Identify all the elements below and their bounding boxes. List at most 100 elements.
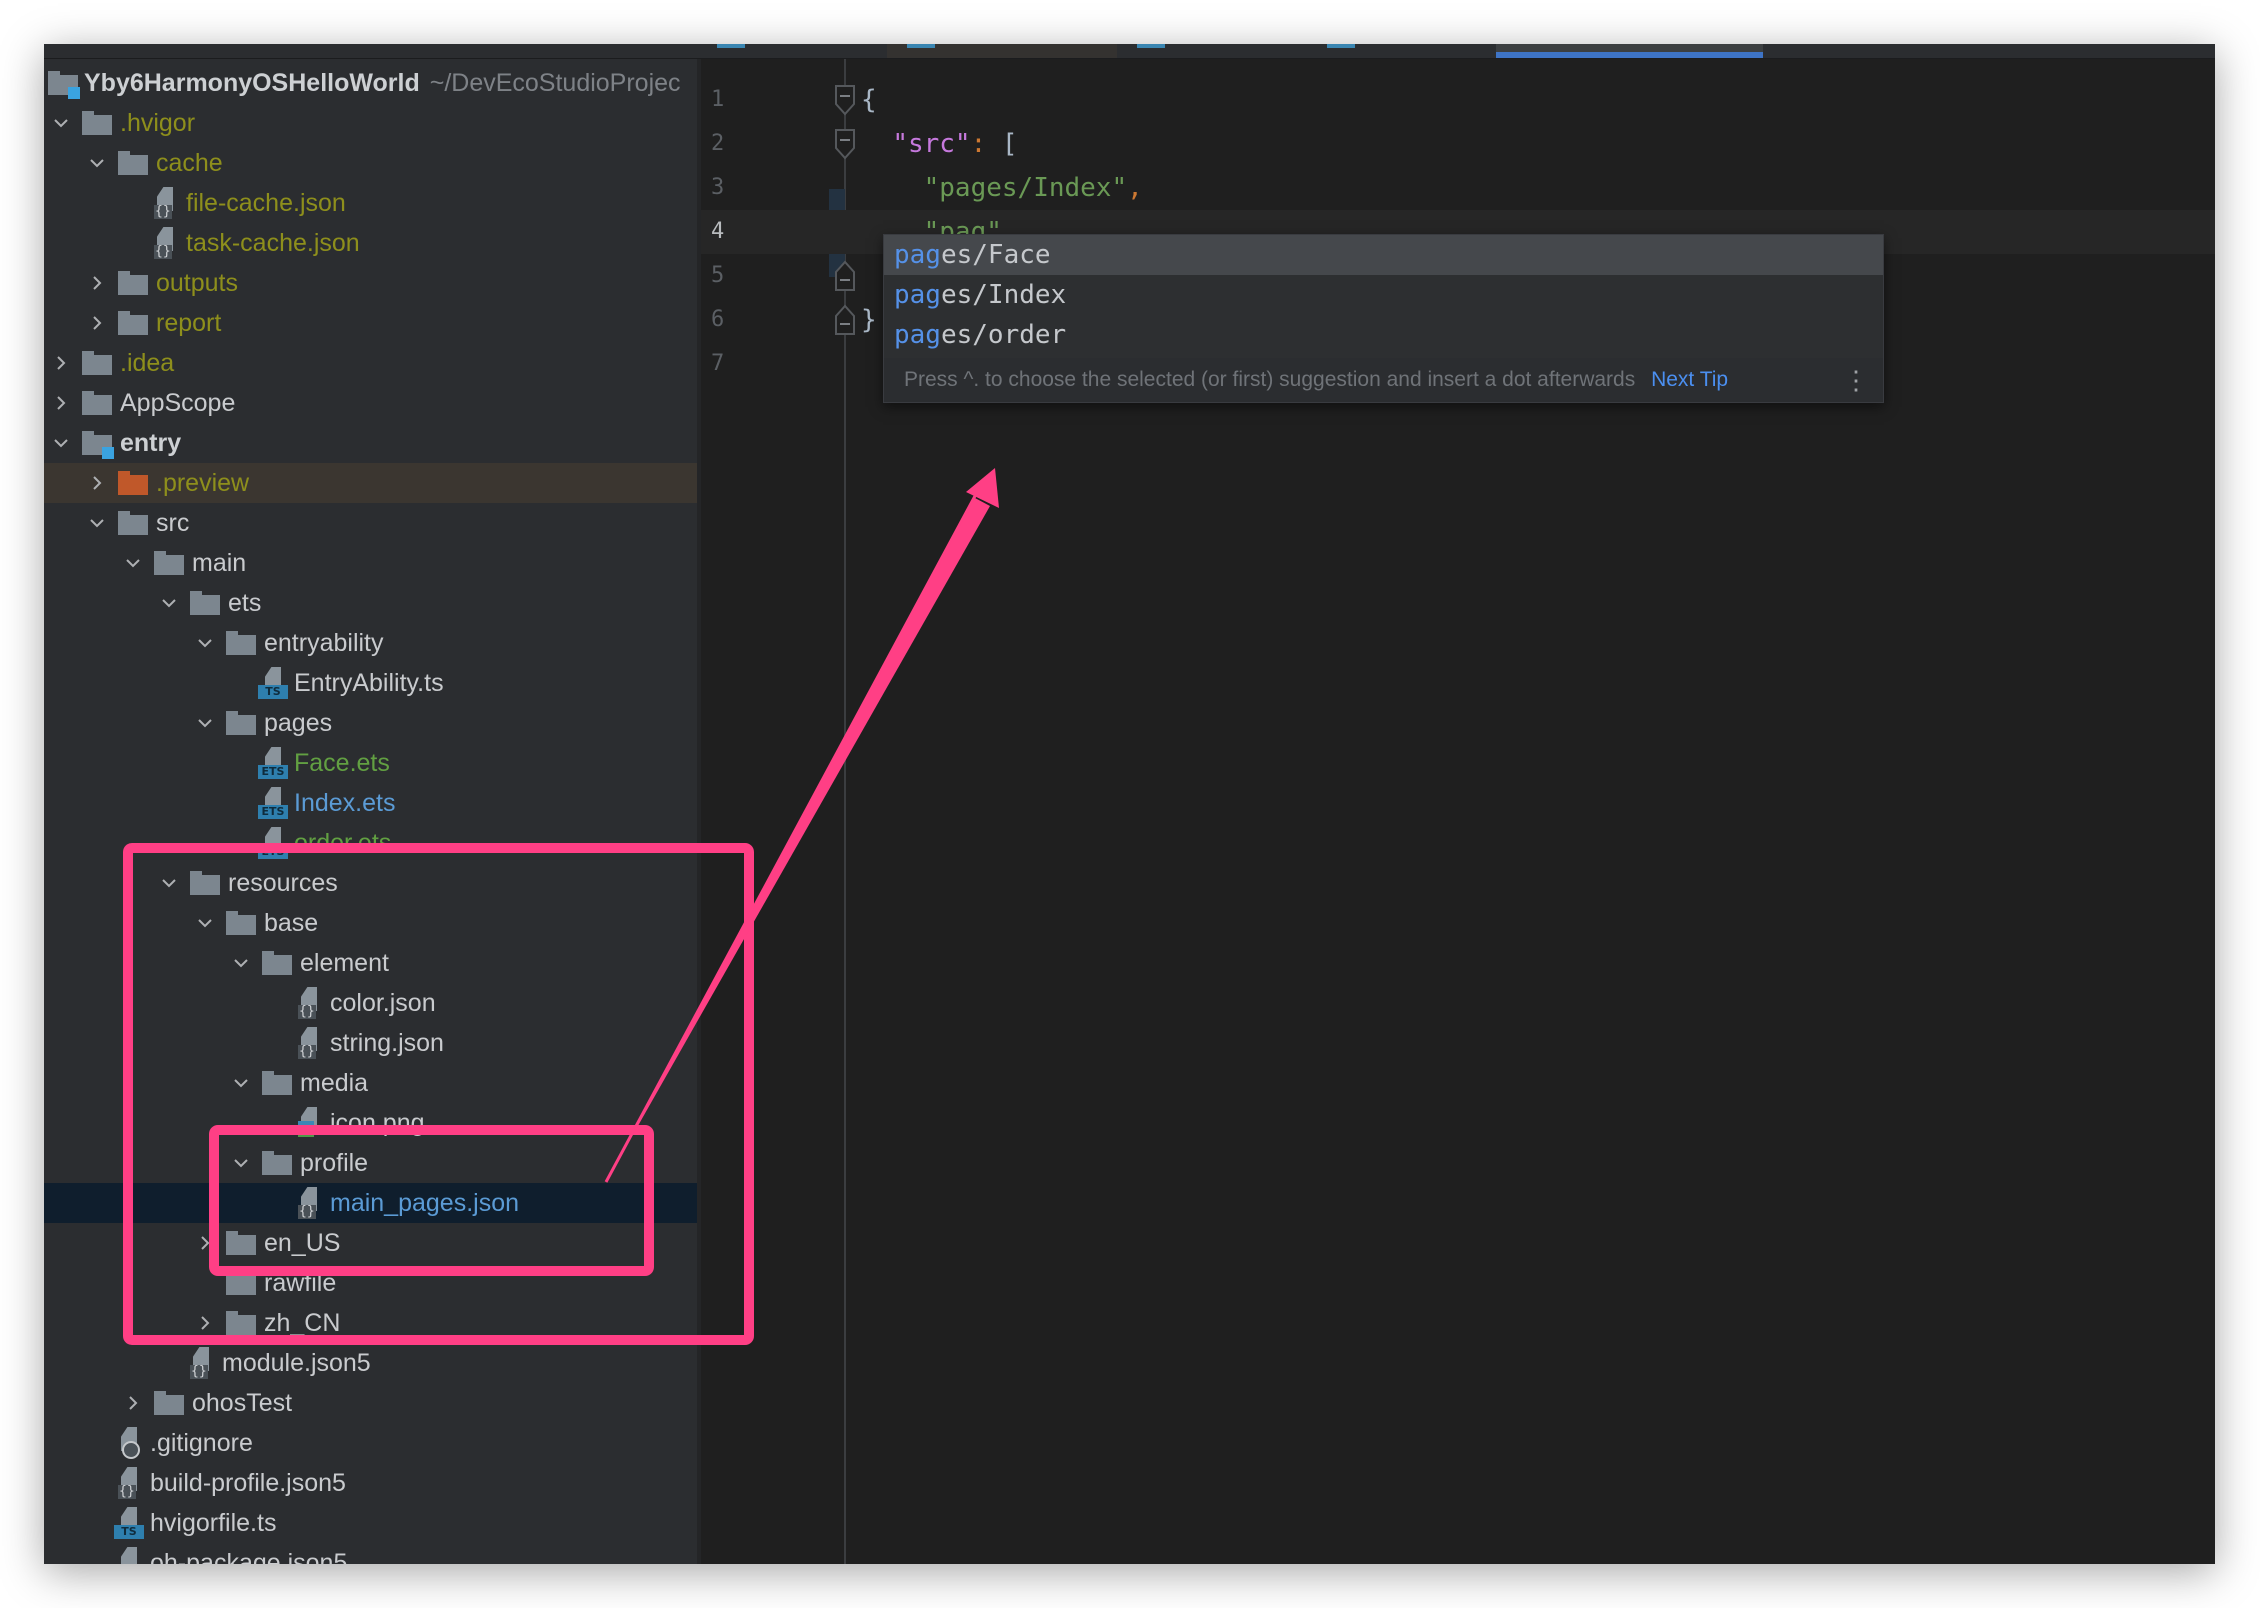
tree-item[interactable]: icon.png xyxy=(44,1103,697,1143)
tree-item[interactable]: {} task-cache.json xyxy=(44,223,697,263)
editor-tab[interactable] xyxy=(697,44,887,58)
tree-item-label: .idea xyxy=(120,349,175,377)
completion-item[interactable]: pages/Face xyxy=(884,235,1883,275)
tree-item[interactable]: profile xyxy=(44,1143,697,1183)
tree-item[interactable]: cache xyxy=(44,143,697,183)
chevron-right-icon[interactable] xyxy=(50,352,72,374)
tree-item[interactable]: ETS Face.ets xyxy=(44,743,697,783)
chevron-down-icon[interactable] xyxy=(122,552,144,574)
chevron-down-icon[interactable] xyxy=(230,1072,252,1094)
tree-item[interactable]: {} build-profile.json5 xyxy=(44,1463,697,1503)
fold-marker-icon[interactable] xyxy=(832,304,858,336)
json-file-icon: {} xyxy=(118,1467,144,1499)
tree-item[interactable]: media xyxy=(44,1063,697,1103)
tree-item[interactable]: entryability xyxy=(44,623,697,663)
tree-item-label: report xyxy=(156,309,222,337)
fold-marker-icon[interactable] xyxy=(832,260,858,292)
chevron-right-icon[interactable] xyxy=(86,472,108,494)
tree-item[interactable]: base xyxy=(44,903,697,943)
editor-tab[interactable] xyxy=(887,44,1117,58)
chevron-right-icon[interactable] xyxy=(86,272,108,294)
tree-item[interactable]: en_US xyxy=(44,1223,697,1263)
tree-item[interactable]: {} oh-package.json5 xyxy=(44,1543,697,1564)
tree-item[interactable]: zh_CN xyxy=(44,1303,697,1343)
chevron-down-icon[interactable] xyxy=(230,952,252,974)
chevron-down-icon[interactable] xyxy=(194,712,216,734)
chevron-right-icon[interactable] xyxy=(194,1232,216,1254)
tree-item[interactable]: .preview xyxy=(44,463,697,503)
tree-item[interactable]: .idea xyxy=(44,343,697,383)
code-line[interactable]: "pages/Index", xyxy=(701,166,2215,210)
code-line[interactable]: { xyxy=(701,78,2215,122)
completion-match: pag xyxy=(894,280,941,310)
completion-item[interactable]: pages/order xyxy=(884,315,1883,355)
tree-item[interactable]: ETS order.ets xyxy=(44,823,697,863)
tree-item[interactable]: resources xyxy=(44,863,697,903)
chevron-down-icon[interactable] xyxy=(86,512,108,534)
fold-marker-icon[interactable] xyxy=(832,84,858,116)
vertical-ellipsis-icon[interactable]: ⋮ xyxy=(1843,358,1869,402)
chevron-down-icon[interactable] xyxy=(230,1152,252,1174)
editor-tab[interactable] xyxy=(1117,44,1307,58)
chevron-down-icon[interactable] xyxy=(50,112,72,134)
typescript-file-icon: TS xyxy=(114,1507,144,1539)
tree-item-label: media xyxy=(300,1069,369,1097)
chevron-down-icon[interactable] xyxy=(86,152,108,174)
tree-item[interactable]: .hvigor xyxy=(44,103,697,143)
tree-item-label: ets xyxy=(228,589,262,617)
file-type-icon xyxy=(1327,44,1355,48)
next-tip-link[interactable]: Next Tip xyxy=(1651,368,1728,391)
code-line[interactable]: "src": [ xyxy=(701,122,2215,166)
tree-item[interactable]: entry xyxy=(44,423,697,463)
tree-item[interactable]: {} color.json xyxy=(44,983,697,1023)
chevron-down-icon[interactable] xyxy=(158,872,180,894)
tree-item[interactable]: AppScope xyxy=(44,383,697,423)
tree-item[interactable]: {} string.json xyxy=(44,1023,697,1063)
tree-item[interactable]: TS EntryAbility.ts xyxy=(44,663,697,703)
tree-item[interactable]: element xyxy=(44,943,697,983)
completion-item[interactable]: pages/Index xyxy=(884,275,1883,315)
folder-icon xyxy=(154,551,184,575)
image-file-icon xyxy=(298,1107,324,1139)
tree-item-label: Face.ets xyxy=(294,749,390,777)
line-number: 6 xyxy=(711,307,725,332)
tree-item[interactable]: {} main_pages.json xyxy=(44,1183,697,1223)
fold-marker-icon[interactable] xyxy=(832,128,858,160)
tree-item[interactable]: {} file-cache.json xyxy=(44,183,697,223)
tree-item[interactable]: src xyxy=(44,503,697,543)
tree-item[interactable]: main xyxy=(44,543,697,583)
chevron-down-icon[interactable] xyxy=(50,432,72,454)
folder-icon xyxy=(190,591,220,615)
tree-item-label: resources xyxy=(228,869,338,897)
chevron-down-icon[interactable] xyxy=(194,912,216,934)
tree-item[interactable]: outputs xyxy=(44,263,697,303)
chevron-right-icon[interactable] xyxy=(122,1392,144,1414)
tree-item[interactable]: {} module.json5 xyxy=(44,1343,697,1383)
project-root-row[interactable]: Yby6HarmonyOSHelloWorld ~/DevEcoStudioPr… xyxy=(44,63,697,103)
tree-item[interactable]: ohosTest xyxy=(44,1383,697,1423)
chevron-right-icon[interactable] xyxy=(86,312,108,334)
module-folder-icon xyxy=(82,431,114,459)
editor-tab-active[interactable] xyxy=(1496,44,1763,58)
tree-item-label: cache xyxy=(156,149,223,177)
line-number: 7 xyxy=(711,351,725,376)
tree-item[interactable]: ETS Index.ets xyxy=(44,783,697,823)
tree-item[interactable]: TS hvigorfile.ts xyxy=(44,1503,697,1543)
chevron-right-icon[interactable] xyxy=(50,392,72,414)
code-token: , xyxy=(1127,173,1143,203)
folder-icon xyxy=(262,951,292,975)
folder-icon xyxy=(82,391,112,415)
chevron-down-icon[interactable] xyxy=(158,592,180,614)
tree-item[interactable]: .gitignore xyxy=(44,1423,697,1463)
tree-item[interactable]: pages xyxy=(44,703,697,743)
tree-item-label: src xyxy=(156,509,190,537)
tree-item[interactable]: report xyxy=(44,303,697,343)
chevron-right-icon[interactable] xyxy=(194,1312,216,1334)
project-name: Yby6HarmonyOSHelloWorld xyxy=(84,69,420,97)
tree-item[interactable]: ets xyxy=(44,583,697,623)
tree-item[interactable]: rawfile xyxy=(44,1263,697,1303)
line-number: 4 xyxy=(711,219,725,244)
chevron-down-icon[interactable] xyxy=(194,632,216,654)
line-number: 1 xyxy=(711,87,725,112)
